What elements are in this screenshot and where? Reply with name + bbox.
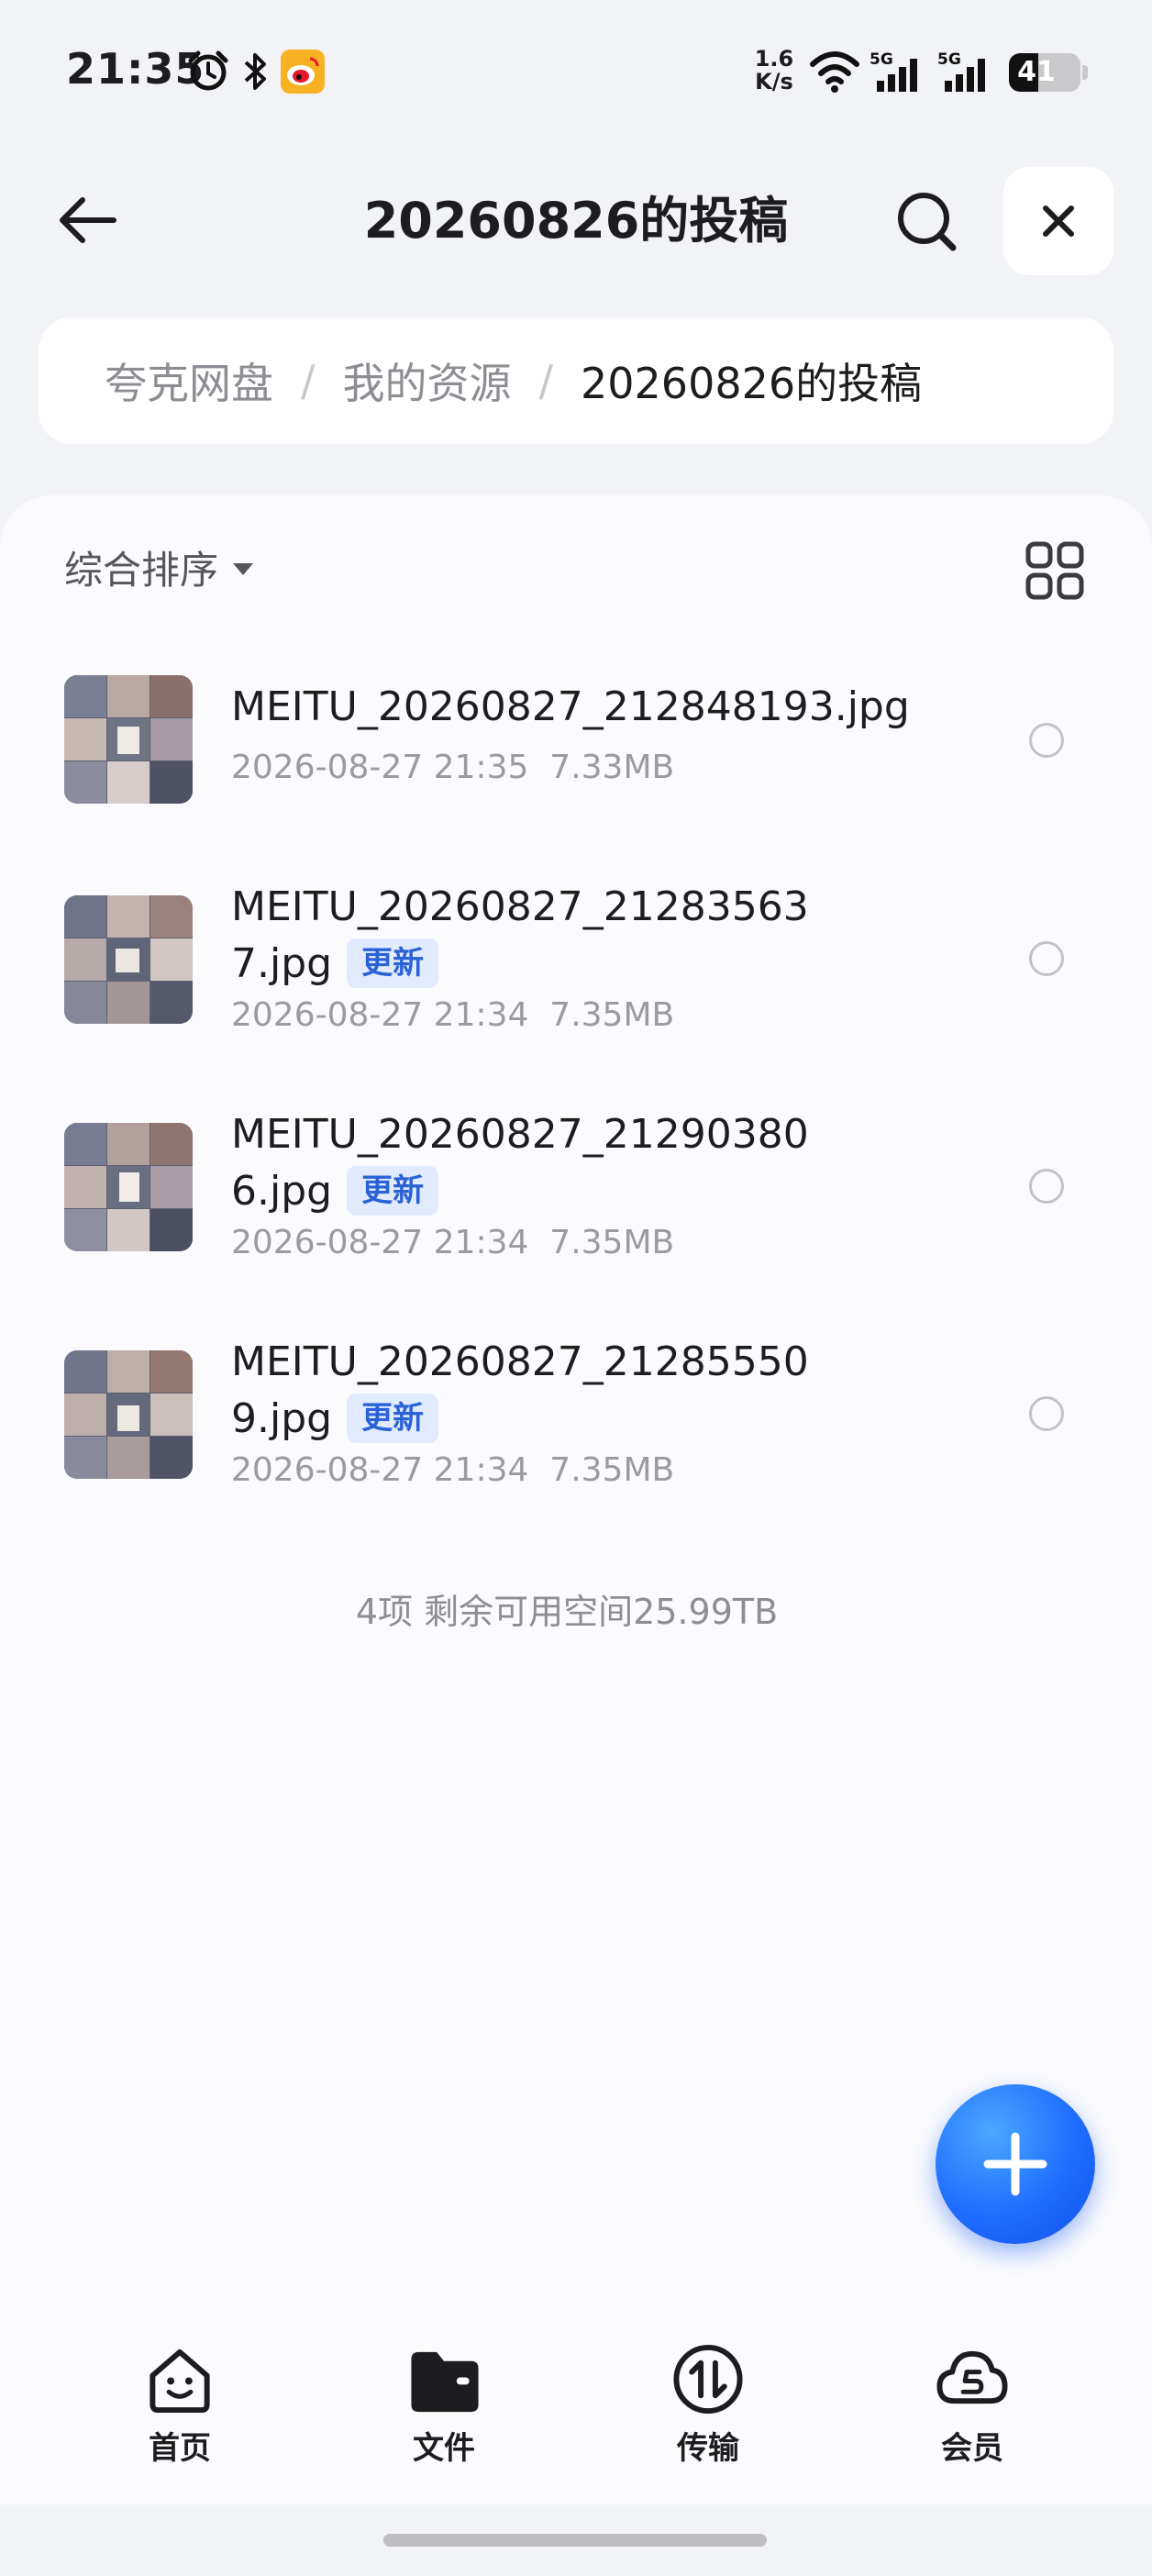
transfer-icon (673, 2344, 743, 2415)
battery-cap (1082, 65, 1088, 80)
close-icon (1043, 205, 1074, 237)
file-name-line2: 6.jpg (231, 1168, 333, 1215)
network-speed-unit: K/s (755, 69, 793, 94)
file-name-line1: MEITU_20260827_212848193.jpg (231, 683, 910, 730)
signal-2-label: 5G (937, 50, 961, 69)
home-face-icon (150, 2348, 210, 2414)
page-title: 20260826的投稿 (363, 192, 789, 250)
nav-item-home[interactable]: 首页 (88, 2330, 271, 2468)
alarm-icon (188, 50, 228, 91)
breadcrumb-separator: / (538, 356, 554, 405)
vip-cloud-icon (936, 2350, 1008, 2404)
wifi-icon (810, 51, 859, 93)
file-row[interactable]: MEITU_20260827_212848193.jpg 2026-08-27 … (0, 675, 1152, 831)
file-meta: 2026-08-27 21:34 7.35MB (231, 1449, 674, 1492)
update-badge: 更新 (347, 938, 439, 988)
nav-label-vip: 会员 (941, 2430, 1003, 2467)
update-badge: 更新 (347, 1166, 439, 1216)
arrow-left-icon (60, 197, 116, 243)
file-date: 2026-08-27 21:34 (231, 996, 529, 1034)
file-meta: 2026-08-27 21:34 7.35MB (231, 1222, 674, 1264)
select-radio[interactable] (1029, 941, 1064, 976)
select-radio[interactable] (1029, 723, 1064, 758)
search-icon (898, 193, 957, 251)
file-thumbnail (64, 1350, 193, 1479)
nav-item-transfer[interactable]: 传输 (616, 2330, 800, 2468)
file-row[interactable]: MEITU_20260827_21285550 9.jpg 更新 2026-08-… (0, 1336, 1152, 1519)
file-size: 7.35MB (549, 996, 675, 1034)
battery-icon: 41 (1009, 53, 1080, 92)
caret-down-icon (233, 563, 254, 575)
network-speed-value: 1.6 (754, 46, 794, 72)
grid-view-icon[interactable] (1024, 539, 1086, 602)
sort-button[interactable]: 综合排序 (64, 539, 254, 595)
storage-summary: 4项 剩余可用空间25.99TB (355, 1592, 779, 1632)
network-speed: 1.6 K/s (748, 48, 800, 94)
nav-label-home: 首页 (149, 2430, 211, 2467)
breadcrumb-item-root[interactable]: 夸克网盘 (105, 350, 273, 411)
file-date: 2026-08-27 21:34 (231, 1451, 529, 1489)
close-button[interactable] (1003, 167, 1113, 275)
search-button[interactable] (886, 183, 969, 261)
signal-icon: 5G (870, 50, 917, 92)
update-badge: 更新 (347, 1393, 439, 1443)
file-meta: 2026-08-27 21:34 7.35MB (231, 994, 674, 1037)
file-date: 2026-08-27 21:34 (231, 1224, 529, 1261)
nav-label-transfer: 传输 (677, 2430, 739, 2467)
file-row[interactable]: MEITU_20260827_21290380 6.jpg 更新 2026-08-… (0, 1108, 1152, 1292)
signal-icon: 5G (937, 50, 985, 92)
file-row[interactable]: MEITU_20260827_21283563 7.jpg 更新 2026-08-… (0, 881, 1152, 1064)
battery-level: 41 (1017, 56, 1056, 88)
file-thumbnail (64, 1123, 193, 1251)
folder-icon (411, 2351, 479, 2413)
breadcrumb-item-resources[interactable]: 我的资源 (343, 350, 512, 411)
weibo-icon (281, 50, 325, 94)
back-button[interactable] (46, 183, 128, 257)
file-name-line1: MEITU_20260827_21285550 (231, 1338, 809, 1385)
breadcrumb-item-current: 20260826的投稿 (581, 359, 923, 408)
home-indicator[interactable] (383, 2534, 767, 2547)
file-name-line2: 7.jpg (231, 940, 333, 987)
nav-item-vip[interactable]: 会员 (881, 2330, 1064, 2468)
select-radio[interactable] (1029, 1396, 1064, 1431)
file-name: MEITU_20260827_21283563 7.jpg 更新 (231, 879, 809, 993)
nav-item-files[interactable]: 文件 (352, 2330, 536, 2468)
plus-icon (983, 2132, 1047, 2196)
file-name-line1: MEITU_20260827_21290380 (231, 1111, 809, 1158)
nav-label-files: 文件 (413, 2430, 475, 2467)
breadcrumb: 夸克网盘 / 我的资源 / 20260826的投稿 (39, 317, 1113, 444)
breadcrumb-separator: / (301, 356, 316, 405)
file-date: 2026-08-27 21:35 (231, 749, 529, 786)
select-radio[interactable] (1029, 1169, 1064, 1204)
file-list-panel: 综合排序 MEITU_20260827_212848193.jpg 2026-0… (0, 495, 1152, 2330)
file-thumbnail (64, 895, 193, 1024)
status-time: 21:35 (66, 44, 205, 94)
file-size: 7.33MB (549, 749, 675, 786)
signal-1-label: 5G (870, 50, 893, 69)
file-name: MEITU_20260827_21285550 9.jpg 更新 (231, 1334, 809, 1448)
file-size: 7.35MB (549, 1224, 675, 1261)
file-thumbnail (64, 675, 193, 804)
status-bar: 21:35 1.6 K/s 5G 5G 41 (0, 0, 1152, 147)
file-name: MEITU_20260827_21290380 6.jpg 更新 (231, 1106, 809, 1220)
file-name: MEITU_20260827_212848193.jpg (231, 679, 910, 736)
file-name-line2: 9.jpg (231, 1395, 333, 1442)
bottom-nav: 首页 文件 传输 会员 (0, 2330, 1152, 2504)
file-meta: 2026-08-27 21:35 7.33MB (231, 747, 674, 789)
add-button[interactable] (936, 2084, 1095, 2244)
file-name-line1: MEITU_20260827_21283563 (231, 883, 809, 930)
bluetooth-icon (244, 53, 266, 90)
file-size: 7.35MB (549, 1451, 675, 1489)
sort-label: 综合排序 (64, 548, 219, 593)
